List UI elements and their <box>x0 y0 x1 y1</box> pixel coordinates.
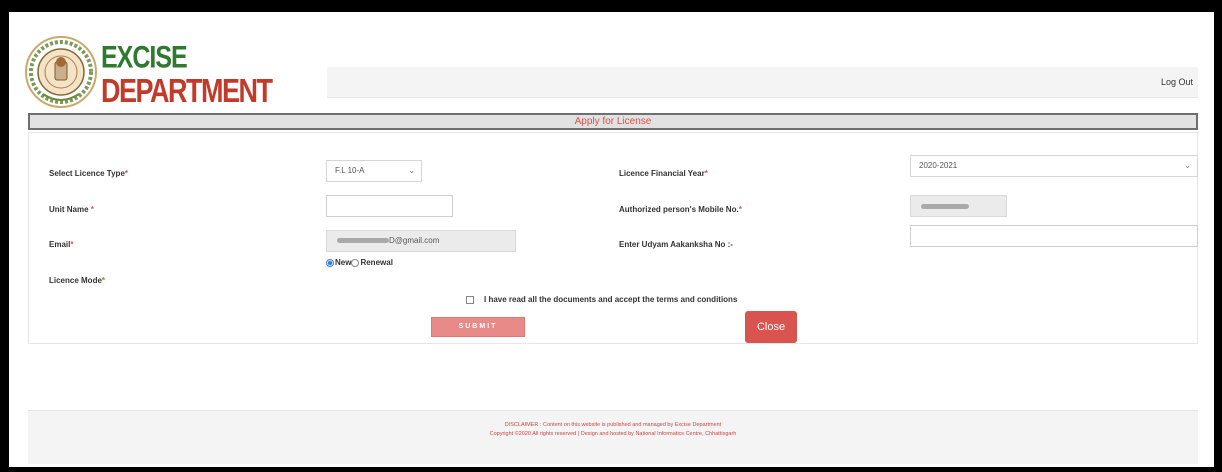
email-value: D@gmail.com <box>389 236 440 245</box>
licence-mode-radios: New Renewal <box>326 258 393 267</box>
financial-year-value: 2020-2021 <box>919 161 958 170</box>
radio-new-label: New <box>335 258 352 267</box>
license-form: Select Licence Type* F.L 10-A ⌄ Licence … <box>28 132 1198 344</box>
udyam-input[interactable] <box>910 225 1198 247</box>
radio-renewal-label: Renewal <box>360 258 393 267</box>
top-bar: Log Out <box>327 67 1198 98</box>
unit-name-label: Unit Name * <box>49 205 94 214</box>
chevron-down-icon: ⌄ <box>408 166 415 175</box>
udyam-label: Enter Udyam Aakanksha No :- <box>619 240 733 249</box>
terms-row: I have read all the documents and accept… <box>466 295 737 304</box>
mobile-field[interactable] <box>910 195 1007 217</box>
terms-checkbox[interactable] <box>466 295 474 304</box>
footer: DISCLAIMER : Content on this website is … <box>28 410 1198 464</box>
financial-year-label: Licence Financial Year* <box>619 169 708 178</box>
licence-mode-label: Licence Mode* <box>49 276 106 285</box>
mobile-redacted <box>921 204 969 209</box>
excise-logo[interactable]: EXCISE DEPARTMENT <box>23 32 273 112</box>
submit-button[interactable]: SUBMIT <box>431 317 525 337</box>
email-field[interactable]: D@gmail.com <box>326 230 516 252</box>
licence-type-value: F.L 10-A <box>335 166 365 175</box>
email-label: Email* <box>49 240 74 249</box>
logo-text-department: DEPARTMENT <box>101 72 273 110</box>
licence-type-label: Select Licence Type* <box>49 169 129 178</box>
unit-name-input[interactable] <box>326 195 453 217</box>
logo-text-excise: EXCISE <box>101 40 188 75</box>
page-frame: EXCISE DEPARTMENT Log Out Apply for Lice… <box>9 12 1214 467</box>
licence-type-select[interactable]: F.L 10-A ⌄ <box>326 160 422 182</box>
footer-disclaimer: DISCLAIMER : Content on this website is … <box>504 422 722 428</box>
chevron-down-icon: ⌄ <box>1184 161 1191 170</box>
mobile-label: Authorized person's Mobile No.* <box>619 205 742 214</box>
radio-new[interactable] <box>326 258 334 267</box>
page-title: Apply for License <box>28 113 1198 130</box>
emblem-icon <box>25 36 97 108</box>
financial-year-select[interactable]: 2020-2021 ⌄ <box>910 155 1198 177</box>
footer-copyright: Copyright ©2020 All rights reserved | De… <box>489 431 737 437</box>
terms-text: I have read all the documents and accept… <box>484 295 738 304</box>
radio-renewal[interactable] <box>351 258 360 267</box>
email-redacted <box>337 238 389 244</box>
logout-link[interactable]: Log Out <box>1161 77 1193 87</box>
close-button[interactable]: Close <box>745 311 797 343</box>
